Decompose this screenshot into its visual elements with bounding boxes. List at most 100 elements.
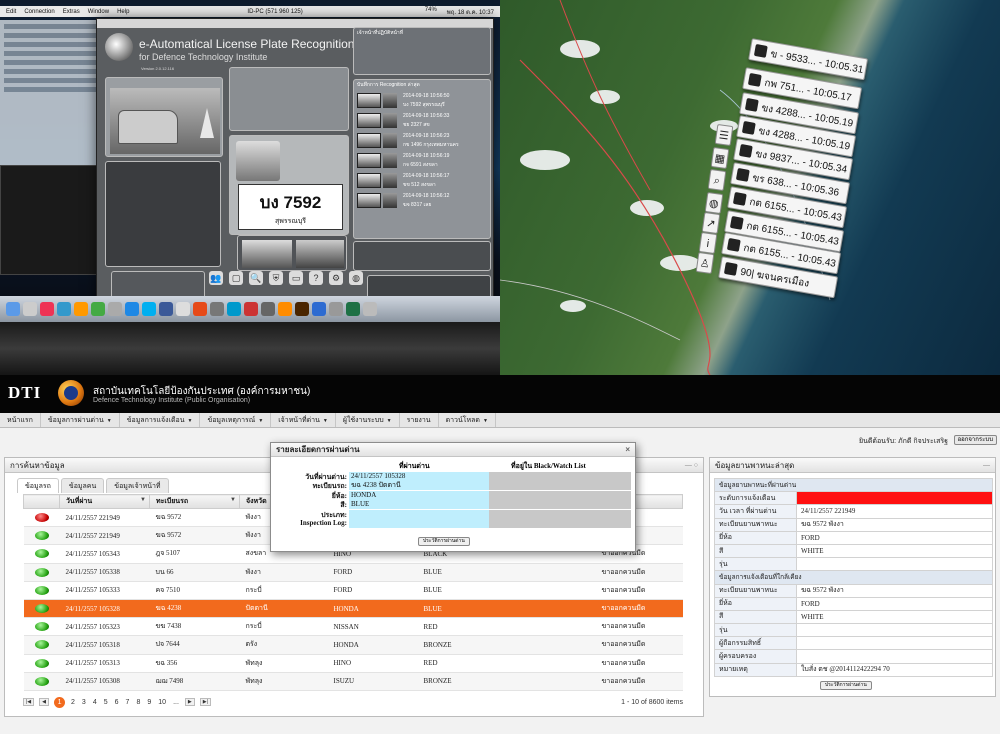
share-icon[interactable]: ↗ [701,211,721,235]
close-icon[interactable]: × [625,443,630,457]
panel-controls[interactable]: — [983,458,990,473]
dock-app-icon[interactable] [244,302,258,316]
table-row[interactable]: 24/11/2557 105333 คจ 7510 กระบี่ FORD BLUE ขา… [23,581,683,600]
col-light[interactable] [23,494,60,509]
logout-button[interactable]: ออกจากระบบ [953,435,997,445]
table-row[interactable]: 24/11/2557 105338 บน 66 พังงา FORD BLUE ขาออก… [23,563,683,582]
table-row[interactable]: 24/11/2557 105318 ปจ 7644 ตรัง HONDA BRONZE ข… [23,635,683,655]
nav-item[interactable]: เจ้าหน้าที่ด่าน ▼ [271,413,336,427]
table-row[interactable]: 24/11/2557 105308 ฌฌ 7498 พัทลุง ISUZU BRONZ… [23,672,683,691]
dock-app-icon[interactable] [91,302,105,316]
dock-ai-icon[interactable] [295,302,309,316]
list-icon[interactable]: ☰ [714,123,734,147]
panel-controls[interactable]: — ○ [685,458,698,473]
dock-app-icon[interactable] [108,302,122,316]
page-number[interactable]: 3 [81,699,87,706]
plate-cell: ขฉ 356 [149,654,240,673]
next-page-icon[interactable]: ▶ [184,698,195,706]
filter-icon[interactable]: ▼ [230,497,236,503]
dock-app-icon[interactable] [74,302,88,316]
monitor-icon[interactable]: ▭ [289,271,303,285]
table-row[interactable]: 24/11/2557 105323 ขฆ 7438 กระบี่ NISSAN RED ข… [23,617,683,637]
dock-excel-icon[interactable] [346,302,360,316]
recognition-item[interactable]: 2014-09-18 10:56:33 ชย 2327 สข [357,112,487,130]
plate-cell: บน 66 [149,563,240,582]
dock-app-icon[interactable] [227,302,241,316]
tab-officer[interactable]: ข้อมูลเจ้าหน้าที่ [106,478,169,493]
dock-app-icon[interactable] [193,302,207,316]
page-number[interactable]: 5 [103,699,109,706]
dock-app-icon[interactable] [40,302,54,316]
window-icon[interactable]: ▢ [229,271,243,285]
tab-person[interactable]: ข้อมูลคน [60,478,105,493]
dock-illustrator-icon[interactable] [278,302,292,316]
recognition-plate: กข 1496 กรุงเทพมหานคร [403,142,459,148]
detail-key: ระดับการแจ้งเตือน [714,491,797,506]
page-number[interactable]: 6 [114,699,120,706]
nav-item[interactable]: ข้อมูลการแจ้งเตือน ▼ [120,413,201,427]
recognition-item[interactable]: 2014-09-18 10:56:19 กจ 6591 สงขลา [357,152,487,170]
recognition-item[interactable]: 2014-09-18 10:56:23 กข 1496 กรุงเทพมหานคร [357,132,487,150]
prev-page-icon[interactable]: ◀ [39,698,50,706]
chevron-down-icon: ▼ [258,418,264,424]
detail-key: สี [714,609,797,625]
grid-icon[interactable]: ▦ [710,146,730,170]
last-page-icon[interactable]: ▶| [199,698,211,706]
page-number[interactable]: 1 [54,696,66,708]
dock-skype-icon[interactable] [142,302,156,316]
plate-cell: ฆฉ 4238 [149,599,240,619]
globe-icon[interactable]: ◍ [704,191,724,215]
nav-item[interactable]: ดาวน์โหลด ▼ [439,413,496,427]
tab-vehicle[interactable]: ข้อมูลรถ [17,478,59,493]
vehicle-icon [732,191,747,206]
page-number[interactable]: 4 [92,699,98,706]
extra-cell [505,672,596,691]
page-number[interactable]: 8 [135,699,141,706]
dock-app-icon[interactable] [159,302,173,316]
dock-app-icon[interactable] [57,302,71,316]
dock-app-icon[interactable] [210,302,224,316]
search-icon[interactable]: 🔍 [249,271,263,285]
person-icon[interactable]: ♙ [695,251,715,275]
globe-icon[interactable]: ◍ [349,271,363,285]
recognition-item[interactable]: 2014-09-18 10:56:12 ฆจ 8317 เลย [357,192,487,210]
nav-item[interactable]: ผู้ใช้งานระบบ ▼ [336,413,400,427]
dock-app-icon[interactable] [125,302,139,316]
dock-app-icon[interactable] [176,302,190,316]
dock-app-icon[interactable] [329,302,343,316]
nav-item[interactable]: รายงาน [400,413,439,427]
dock-finder-icon[interactable] [6,302,20,316]
nav-item[interactable]: ข้อมูลการผ่านด่าน ▼ [41,413,120,427]
search-icon[interactable]: ⌕ [707,168,727,192]
passage-history-button[interactable]: ประวัติการผ่านด่าน [418,537,470,546]
dock-app-icon[interactable] [261,302,275,316]
table-row[interactable]: 24/11/2557 105328 ฆฉ 4238 ปัตตานี HONDA BLUE… [23,599,683,619]
col-plate[interactable]: ทะเบียนรถ ▼ [149,494,240,509]
recognition-item[interactable]: 2014-09-18 10:56:17 ขข 512 สงขลา [357,172,487,190]
filter-icon[interactable]: ▼ [140,497,146,503]
recognition-item[interactable]: 2014-09-18 10:56:50 บง 7592 สุพรรณบุรี [357,92,487,110]
dock-photoshop-icon[interactable] [312,302,326,316]
table-row[interactable]: 24/11/2557 105313 ขฉ 356 พัทลุง HINO RED ขาออ… [23,654,683,673]
page-number[interactable]: 7 [125,699,131,706]
alert-light-cell [23,544,60,564]
page-number[interactable]: 9 [146,699,152,706]
detail-row: วัน เวลา ที่ผ่านด่าน 24/11/2557 221949 [714,504,993,519]
dti-logo[interactable]: DTI [8,383,41,403]
shield-icon[interactable]: ⛨ [269,271,283,285]
nav-item[interactable]: ข้อมูลเหตุการณ์ ▼ [200,413,272,427]
gear-icon[interactable]: ⚙ [329,271,343,285]
info-icon[interactable]: i [698,231,718,255]
users-icon[interactable]: 👥 [209,271,223,285]
help-icon[interactable]: ? [309,271,323,285]
page-number[interactable]: 10 [157,699,167,706]
first-page-icon[interactable]: |◀ [23,698,35,706]
page-number[interactable]: ... [172,699,180,706]
col-date[interactable]: วันที่ผ่าน ▼ [59,494,150,509]
dock-app-icon[interactable] [23,302,37,316]
green-light-icon [34,676,49,686]
dock-app-icon[interactable] [363,302,377,316]
nav-item[interactable]: หน้าแรก [0,413,41,427]
page-number[interactable]: 2 [70,699,76,706]
detail-history-button[interactable]: ประวัติการผ่านด่าน [820,681,872,690]
